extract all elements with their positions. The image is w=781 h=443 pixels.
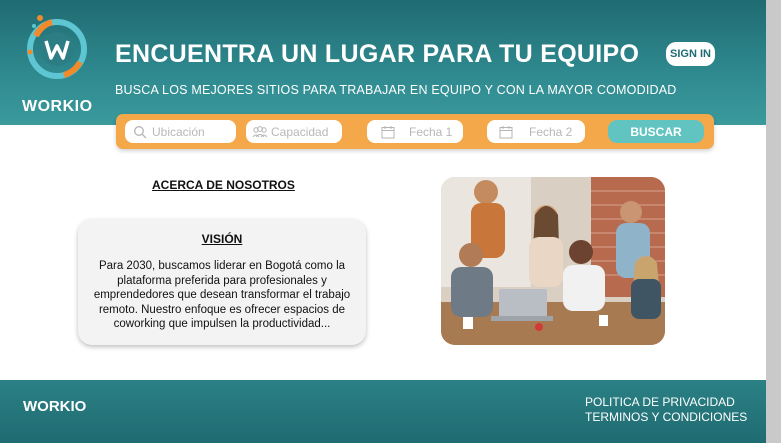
privacy-policy-link[interactable]: POLITICA DE PRIVACIDAD xyxy=(585,395,747,410)
header: WORKIO ENCUENTRA UN LUGAR PARA TU EQUIPO… xyxy=(0,0,766,125)
vision-card: VISIÓN Para 2030, buscamos liderar en Bo… xyxy=(78,219,366,345)
footer-brand: WORKIO xyxy=(23,398,87,415)
footer: WORKIO POLITICA DE PRIVACIDAD TERMINOS Y… xyxy=(0,380,766,443)
people-icon xyxy=(252,125,268,137)
page-title: ENCUENTRA UN LUGAR PARA TU EQUIPO xyxy=(115,40,640,68)
page-subtitle: BUSCA LOS MEJORES SITIOS PARA TRABAJAR E… xyxy=(115,83,677,97)
date1-placeholder: Fecha 1 xyxy=(409,124,453,139)
date2-input[interactable]: Fecha 2 xyxy=(487,120,585,143)
location-input[interactable]: Ubicación xyxy=(125,120,236,143)
capacity-placeholder: Capacidad xyxy=(271,124,329,139)
search-button[interactable]: BUSCAR xyxy=(608,120,704,143)
team-photo xyxy=(441,177,665,345)
logo-icon xyxy=(27,15,87,79)
team-photo-illustration xyxy=(441,177,665,345)
about-us-heading[interactable]: ACERCA DE NOSOTROS xyxy=(152,178,295,192)
location-placeholder: Ubicación xyxy=(152,124,205,139)
search-icon xyxy=(134,125,147,138)
search-bar: Ubicación Capacidad Fecha 1 Fecha 2 BUSC… xyxy=(116,114,714,149)
scrollbar[interactable] xyxy=(766,0,781,443)
vision-text: Para 2030, buscamos liderar en Bogotá co… xyxy=(93,260,351,331)
footer-links: POLITICA DE PRIVACIDAD TERMINOS Y CONDIC… xyxy=(585,395,747,424)
brand-name: WORKIO xyxy=(22,98,93,115)
date2-placeholder: Fecha 2 xyxy=(529,124,573,139)
vision-title: VISIÓN xyxy=(201,232,243,246)
calendar-icon xyxy=(499,125,513,138)
terms-link[interactable]: TERMINOS Y CONDICIONES xyxy=(585,410,747,425)
date1-input[interactable]: Fecha 1 xyxy=(367,120,463,143)
page: WORKIO ENCUENTRA UN LUGAR PARA TU EQUIPO… xyxy=(0,0,781,443)
capacity-input[interactable]: Capacidad xyxy=(246,120,342,143)
sign-in-button[interactable]: SIGN IN xyxy=(666,42,715,66)
calendar-icon xyxy=(381,125,395,138)
workio-logo[interactable] xyxy=(22,6,92,86)
